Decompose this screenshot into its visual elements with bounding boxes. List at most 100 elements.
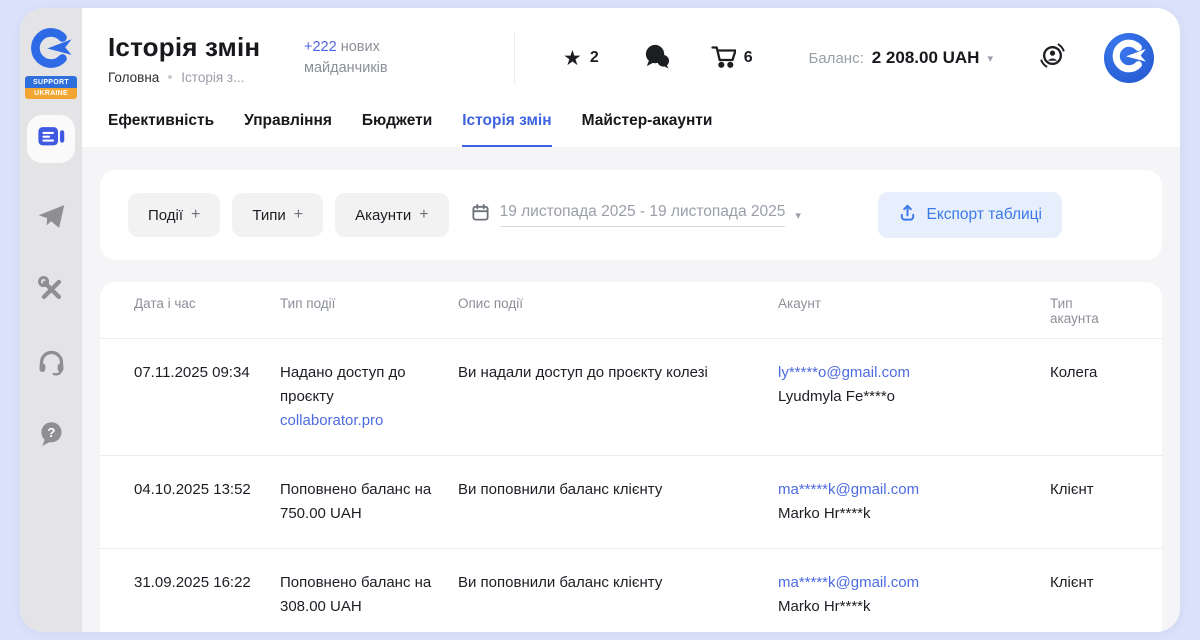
cell-datetime: 07.11.2025 09:34 xyxy=(134,339,280,455)
account-switch-icon xyxy=(1037,40,1068,76)
cart-count: 6 xyxy=(744,49,753,67)
filter-accounts-button[interactable]: Акаунти + xyxy=(335,193,448,237)
date-range-picker[interactable]: 19 листопада 2025 - 19 листопада 2025 ▾ xyxy=(471,203,801,227)
account-name: Lyudmyla Fe****o xyxy=(778,385,1032,409)
main-area: Історія змін Головна Історія з... +222 н… xyxy=(82,8,1180,632)
support-ukraine-badge: SUPPORT UKRAINE xyxy=(25,76,77,99)
tab-management[interactable]: Управління xyxy=(244,112,332,147)
tab-budgets[interactable]: Бюджети xyxy=(362,112,432,147)
cell-account: ma*****k@gmail.com Marko Hr****k xyxy=(778,549,1050,632)
tab-master-accounts[interactable]: Майстер-акаунти xyxy=(582,112,713,147)
cell-event-type: Надано доступ до проєкту collaborator.pr… xyxy=(280,339,458,455)
page-title: Історія змін xyxy=(108,32,304,63)
app-window: SUPPORT UKRAINE xyxy=(20,8,1180,632)
account-email-link[interactable]: ma*****k@gmail.com xyxy=(778,574,919,591)
sidebar-item-support[interactable] xyxy=(37,347,66,381)
cell-datetime: 31.09.2025 16:22 xyxy=(134,549,280,632)
breadcrumb-home[interactable]: Головна xyxy=(108,70,159,85)
star-icon: ★ xyxy=(563,48,582,69)
account-email-link[interactable]: ma*****k@gmail.com xyxy=(778,481,919,498)
cell-account-type: Клієнт xyxy=(1050,549,1128,632)
favorites-count: 2 xyxy=(590,49,599,67)
profile-avatar[interactable] xyxy=(1104,33,1154,83)
sidebar: SUPPORT UKRAINE xyxy=(20,8,82,632)
plus-icon: + xyxy=(419,206,428,224)
history-table: Дата і час Тип події Опис події Акаунт Т… xyxy=(100,282,1162,632)
date-range-value: 19 листопада 2025 - 19 листопада 2025 xyxy=(500,203,786,227)
cell-account: ly*****o@gmail.com Lyudmyla Fe****o xyxy=(778,339,1050,455)
cart-button[interactable]: 6 xyxy=(710,43,753,73)
content-area: Події + Типи + Акаунти + xyxy=(82,147,1180,632)
column-header-event-type: Тип події xyxy=(280,282,458,338)
cell-description: Ви надали доступ до проєкту колезі xyxy=(458,339,778,455)
cell-account: ma*****k@gmail.com Marko Hr****k xyxy=(778,456,1050,548)
messages-button[interactable] xyxy=(643,43,670,74)
tab-bar: Ефективність Управління Бюджети Історія … xyxy=(82,108,1180,147)
svg-text:?: ? xyxy=(47,425,55,440)
event-type-text: Надано доступ до проєкту xyxy=(280,364,406,405)
app-logo[interactable]: SUPPORT UKRAINE xyxy=(25,26,77,99)
breadcrumb-separator xyxy=(168,75,172,79)
filter-events-label: Події xyxy=(148,207,183,224)
filter-types-button[interactable]: Типи + xyxy=(232,193,323,237)
column-header-account-type: Тип акаунта xyxy=(1050,282,1128,338)
help-icon: ? xyxy=(37,420,65,453)
chevron-down-icon: ▾ xyxy=(987,52,993,65)
sidebar-item-telegram[interactable] xyxy=(37,202,66,236)
tools-icon xyxy=(37,275,65,308)
column-header-description: Опис події xyxy=(458,282,778,338)
filter-types-label: Типи xyxy=(252,207,285,224)
cell-description: Ви поповнили баланс клієнту xyxy=(458,549,778,632)
favorites-button[interactable]: ★ 2 xyxy=(563,48,599,69)
badge-ukraine-label: UKRAINE xyxy=(25,88,77,100)
tab-efficiency[interactable]: Ефективність xyxy=(108,112,214,147)
plus-icon: + xyxy=(191,206,200,224)
cell-event-type: Поповнено баланс на 308.00 UAH xyxy=(280,549,458,632)
account-switch-button[interactable] xyxy=(1037,40,1068,76)
badge-support-label: SUPPORT xyxy=(25,76,77,88)
account-name: Marko Hr****k xyxy=(778,595,1032,619)
table-row: 31.09.2025 16:22 Поповнено баланс на 308… xyxy=(100,549,1162,632)
cart-icon xyxy=(710,43,736,73)
filter-events-button[interactable]: Події + xyxy=(128,193,220,237)
upload-icon xyxy=(898,203,917,227)
balance-value: 2 208.00 UAH xyxy=(872,48,980,68)
chevron-down-icon: ▾ xyxy=(795,209,801,222)
column-header-account: Акаунт xyxy=(778,282,1050,338)
account-email-link[interactable]: ly*****o@gmail.com xyxy=(778,364,910,381)
title-block: Історія змін Головна Історія з... xyxy=(108,32,304,85)
balance-label: Баланс: xyxy=(809,50,864,67)
breadcrumb: Головна Історія з... xyxy=(108,70,304,85)
cell-account-type: Колега xyxy=(1050,339,1128,455)
balance-dropdown[interactable]: Баланс: 2 208.00 UAH ▾ xyxy=(809,48,994,68)
cell-datetime: 04.10.2025 13:52 xyxy=(134,456,280,548)
table-row: 07.11.2025 09:34 Надано доступ до проєкт… xyxy=(100,339,1162,456)
topbar: Історія змін Головна Історія з... +222 н… xyxy=(82,8,1180,108)
sidebar-nav: ? xyxy=(27,115,75,453)
tab-history[interactable]: Історія змін xyxy=(462,112,551,147)
event-project-link[interactable]: collaborator.pro xyxy=(280,409,440,433)
export-table-label: Експорт таблиці xyxy=(927,206,1043,224)
sidebar-item-help[interactable]: ? xyxy=(37,420,65,453)
column-header-datetime: Дата і час xyxy=(134,282,280,338)
filter-panel: Події + Типи + Акаунти + xyxy=(100,170,1162,260)
table-row: 04.10.2025 13:52 Поповнено баланс на 750… xyxy=(100,456,1162,549)
account-name: Marko Hr****k xyxy=(778,502,1032,526)
cell-event-type: Поповнено баланс на 750.00 UAH xyxy=(280,456,458,548)
collaborator-avatar-icon xyxy=(1111,38,1147,79)
filter-accounts-label: Акаунти xyxy=(355,207,411,224)
new-platforms-count: +222 xyxy=(304,39,337,55)
cell-description: Ви поповнили баланс клієнту xyxy=(458,456,778,548)
table-header-row: Дата і час Тип події Опис події Акаунт Т… xyxy=(100,282,1162,339)
sidebar-item-history[interactable] xyxy=(27,115,75,163)
new-platforms-note: +222 нових майданчиків xyxy=(304,37,422,79)
export-table-button[interactable]: Експорт таблиці xyxy=(878,192,1063,238)
plus-icon: + xyxy=(294,206,303,224)
calendar-icon xyxy=(471,203,490,227)
headphones-icon xyxy=(37,347,66,381)
sidebar-item-tools[interactable] xyxy=(37,275,65,308)
breadcrumb-current: Історія з... xyxy=(181,70,244,85)
news-icon xyxy=(37,124,65,154)
topbar-divider xyxy=(514,32,515,84)
cell-account-type: Клієнт xyxy=(1050,456,1128,548)
